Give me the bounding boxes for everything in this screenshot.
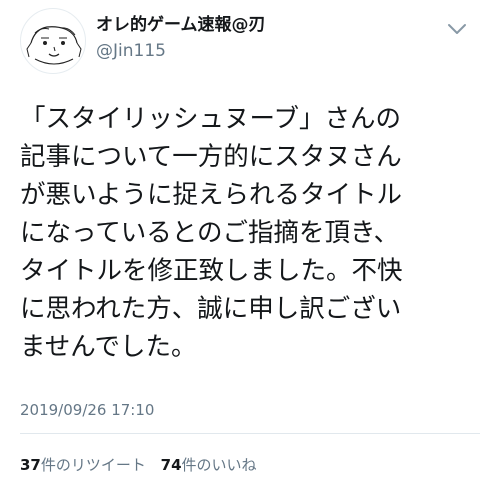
chevron-down-icon[interactable] xyxy=(446,22,468,36)
like-label: 件のいいね xyxy=(181,456,257,474)
avatar[interactable] xyxy=(20,8,86,74)
tweet-timestamp[interactable]: 2019/09/26 17:10 xyxy=(20,400,154,420)
divider xyxy=(20,433,480,434)
display-name[interactable]: オレ的ゲーム速報@刃 xyxy=(96,14,266,36)
tweet-text-line: に思われた方、誠に申し訳ござい xyxy=(20,294,402,324)
user-info[interactable]: オレ的ゲーム速報@刃 @Jin115 xyxy=(96,14,266,62)
tweet-text-line: になっているとのご指摘を頂き、 xyxy=(20,218,400,248)
tweet-text-line: タイトルを修正致しました。不快 xyxy=(20,256,403,286)
tweet-text-line: 「スタイリッシュヌーブ」さんの xyxy=(20,104,401,134)
tweet-text: 「スタイリッシュヌーブ」さんの 記事について一方的にスタヌさん が悪いように捉え… xyxy=(20,100,472,366)
tweet-text-line: が悪いように捉えられるタイトル xyxy=(20,180,402,210)
like-count: 74 xyxy=(160,456,182,474)
user-handle[interactable]: @Jin115 xyxy=(96,40,266,62)
tweet-stats: 37件のリツイート 74件のいいね xyxy=(20,455,257,475)
tweet-text-line: ませんでした。 xyxy=(20,332,197,362)
retweet-stat[interactable]: 37件のリツイート xyxy=(20,455,146,475)
retweet-label: 件のリツイート xyxy=(40,456,146,474)
tweet-text-line: 記事について一方的にスタヌさん xyxy=(20,142,402,172)
like-stat[interactable]: 74件のいいね xyxy=(161,455,257,475)
retweet-count: 37 xyxy=(20,456,41,474)
tweet-detail: オレ的ゲーム速報@刃 @Jin115 「スタイリッシュヌーブ」さんの 記事につい… xyxy=(0,0,480,484)
face-drawing-icon xyxy=(26,26,82,65)
